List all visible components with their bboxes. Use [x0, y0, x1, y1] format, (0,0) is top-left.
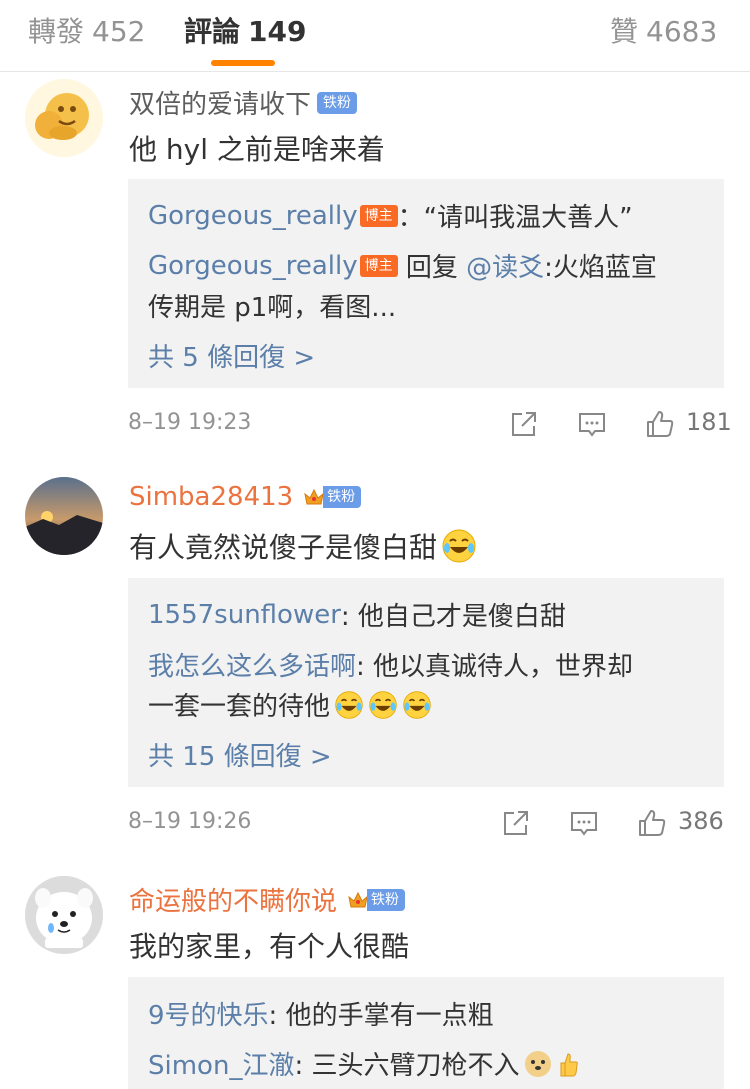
tab-label: 轉發 — [28, 15, 85, 48]
reply-text-cont: 传期是 p1啊，看图... — [148, 293, 397, 323]
comment-meta: 8–19 19:23 181 — [0, 404, 750, 444]
fan-badge: 铁粉 — [317, 91, 358, 114]
comment-text: 他 hyl 之前是啥来着 — [129, 133, 385, 166]
comment-username-row: 双倍的爱请收下 铁粉 — [129, 84, 358, 121]
reply-text: : 三头六臂刀枪不入 — [294, 1051, 520, 1081]
tab-count: 4683 — [646, 15, 718, 48]
fan-badge: 铁粉 — [367, 888, 406, 911]
reply-text-cont: :火焰蓝宣 — [544, 253, 657, 283]
reply-text-wrap: 传期是 p1啊，看图... — [148, 287, 396, 324]
avatar[interactable] — [25, 79, 103, 157]
tab-comments[interactable]: 評論 149 — [184, 10, 306, 50]
reply-item: 1557sunflower : 他自己才是傻白甜 — [148, 596, 566, 633]
reply-username[interactable]: Simon_江澈 — [148, 1045, 294, 1082]
reply-text-cont: 一套一套的待他 — [148, 692, 331, 722]
blogger-badge: 博主 — [359, 254, 398, 277]
reply-username[interactable]: 我怎么这么多话啊 — [148, 646, 356, 683]
reply-box[interactable]: 9号的快乐 : 他的手掌有一点粗 Simon_江澈 : 三头六臂刀枪不入 — [128, 977, 724, 1089]
fan-badge: 铁粉 — [323, 486, 362, 508]
samoyed-dog-avatar-icon — [25, 876, 103, 954]
reply-box[interactable]: Gorgeous_really 博主 ：“请叫我温大善人” Gorgeous_r… — [128, 179, 724, 388]
timestamp: 8–19 19:26 — [128, 809, 252, 834]
tab-reposts[interactable]: 轉發 452 — [28, 10, 145, 50]
tab-label: 評論 — [184, 15, 241, 48]
crown-icon — [304, 488, 324, 505]
reply-item: Gorgeous_really 博主 回复 @读爻 :火焰蓝宣 — [148, 247, 657, 284]
username[interactable]: Simba28413 — [129, 482, 293, 512]
reply-item: Gorgeous_really 博主 ：“请叫我温大善人” — [148, 197, 633, 234]
crown-fan-badge: 铁粉 — [297, 486, 362, 508]
comment-tabs: 轉發 452 評論 149 贊 4683 — [0, 0, 750, 72]
doge-emoji-icon — [525, 1050, 552, 1077]
laugh-cry-emoji-icon — [442, 529, 476, 563]
thumbs-up-emoji-icon — [560, 1052, 579, 1076]
like-count: 386 — [678, 807, 724, 835]
comment-meta: 8–19 19:26 386 — [0, 803, 750, 843]
tab-count: 149 — [248, 15, 307, 48]
comment-icon[interactable] — [568, 807, 600, 839]
blogger-badge: 博主 — [359, 204, 398, 227]
laugh-cry-emoji-icon — [335, 690, 363, 719]
comment-icon[interactable] — [576, 408, 608, 440]
like-count: 181 — [686, 408, 732, 436]
active-tab-indicator — [211, 60, 275, 66]
crown-icon — [348, 891, 368, 907]
reply-text: ：“请叫我温大善人” — [397, 203, 633, 233]
crown-fan-badge: 铁粉 — [341, 888, 406, 911]
laugh-cry-emoji-icon — [369, 690, 397, 719]
reply-username[interactable]: 1557sunflower — [148, 600, 341, 630]
comment-text: 有人竟然说傻子是傻白甜 — [129, 531, 438, 564]
reply-text: 回复 — [397, 253, 467, 283]
thumbs-up-icon[interactable] — [644, 408, 676, 440]
more-replies-link[interactable]: 共 15 條回復 > — [148, 736, 332, 773]
reply-text: : 他以真诚待人，世界却 — [356, 652, 634, 682]
sunset-mountain-avatar-icon — [25, 477, 103, 555]
tab-likes[interactable]: 贊 4683 — [610, 10, 717, 50]
reply-username[interactable]: Gorgeous_really — [148, 251, 358, 281]
username[interactable]: 命运般的不瞒你说 — [129, 881, 337, 918]
reply-item: 9号的快乐 : 他的手掌有一点粗 — [148, 995, 494, 1032]
comment-username-row: 命运般的不瞒你说 铁粉 — [129, 881, 406, 918]
share-icon[interactable] — [508, 408, 540, 440]
reply-text: : 他自己才是傻白甜 — [340, 602, 566, 632]
avatar[interactable] — [25, 477, 103, 555]
comment-username-row: Simba28413 铁粉 — [129, 482, 362, 512]
comment-text: 我的家里，有个人很酷 — [129, 930, 410, 963]
timestamp: 8–19 19:23 — [128, 410, 252, 435]
avatar[interactable] — [25, 876, 103, 954]
reply-text-wrap: 一套一套的待他 — [148, 686, 432, 723]
reply-username[interactable]: Gorgeous_really — [148, 201, 358, 231]
reply-item: Simon_江澈 : 三头六臂刀枪不入 — [148, 1045, 581, 1082]
reply-item: 我怎么这么多话啊 : 他以真诚待人，世界却 — [148, 646, 633, 683]
reply-username[interactable]: 9号的快乐 — [148, 995, 269, 1032]
tab-count: 452 — [92, 15, 146, 48]
laugh-cry-emoji-icon — [403, 690, 431, 719]
reply-box[interactable]: 1557sunflower : 他自己才是傻白甜 我怎么这么多话啊 : 他以真诚… — [128, 578, 724, 787]
mention-link[interactable]: @读爻 — [466, 247, 544, 284]
thumbs-up-icon[interactable] — [636, 807, 668, 839]
hug-emoji-avatar-icon — [25, 79, 103, 157]
reply-text: : 他的手掌有一点粗 — [268, 1001, 494, 1031]
more-replies-link[interactable]: 共 5 條回復 > — [148, 337, 315, 374]
share-icon[interactable] — [500, 807, 532, 839]
tab-label: 贊 — [610, 15, 639, 48]
username[interactable]: 双倍的爱请收下 — [129, 84, 311, 121]
comment-text-row: 有人竟然说傻子是傻白甜 — [129, 526, 477, 566]
